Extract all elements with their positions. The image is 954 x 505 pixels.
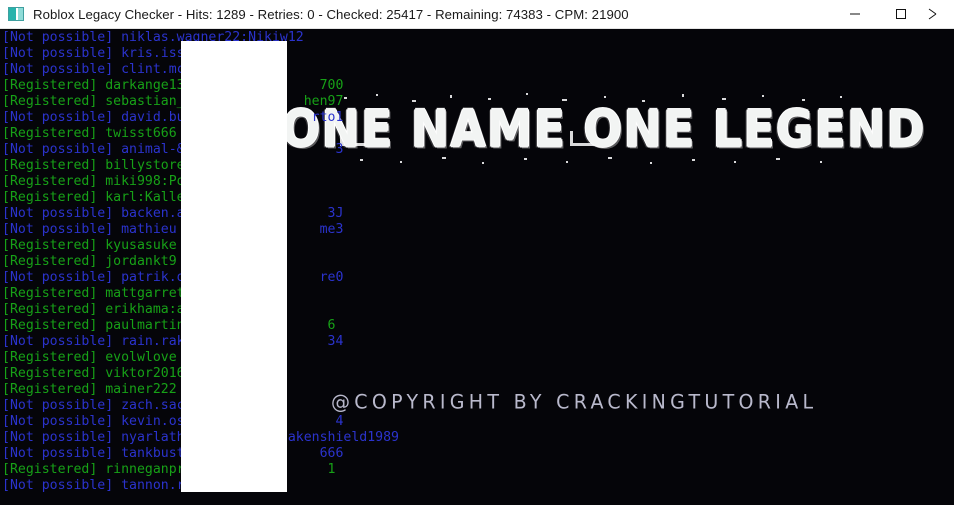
log-line: [Not possible] david.bu rto1 (2, 110, 344, 125)
log-line: [Registered] evolwlove (2, 350, 177, 365)
log-line: [Not possible] rain.rak 34 (2, 334, 344, 349)
log-line: [Registered] jordankt9 (2, 254, 177, 269)
log-line: [Not possible] zach.sac (2, 398, 185, 413)
close-icon (928, 8, 937, 20)
log-line: [Registered] viktor2016 (2, 366, 185, 381)
log-line: [Registered] paulmartin 6 (2, 318, 336, 333)
log-line: [Registered] darkange13 700 (2, 78, 344, 93)
log-line: [Not possible] animal-& 3 (2, 142, 344, 157)
log-line: [Registered] twisst666 (2, 126, 177, 141)
app-window-icon (8, 7, 24, 21)
log-line: [Not possible] tannon.r (2, 478, 185, 493)
log-line-list: [Not possible] niklas.wagner22:Nikiw12 [N… (0, 29, 954, 494)
log-line: [Not possible] tankbust 666 (2, 446, 344, 461)
log-line: [Registered] erikhama:a (2, 302, 185, 317)
log-line: [Not possible] kris.iss (2, 46, 185, 61)
log-line: [Registered] karl:Kalle (2, 190, 185, 205)
log-line: [Registered] mattgarret (2, 286, 185, 301)
log-line: [Registered] rinneganpr 1 (2, 462, 336, 477)
application-window: Roblox Legacy Checker - Hits: 1289 - Ret… (0, 0, 954, 505)
log-line: [Not possible] niklas.wagner22:Nikiw12 (2, 30, 304, 45)
log-line: [Not possible] mathieu me3 (2, 222, 344, 237)
log-line: [Not possible] kevin.os 4 (2, 414, 344, 429)
log-line: [Registered] miki998:Po (2, 174, 185, 189)
log-line: [Not possible] patrik.o re0 (2, 270, 344, 285)
console-output-area[interactable]: ONE NAME ONE LEGEND @COPYRIGHT BY CRACKI… (0, 29, 954, 505)
minimize-icon (850, 13, 860, 15)
redaction-overlay (181, 41, 287, 492)
title-bar[interactable]: Roblox Legacy Checker - Hits: 1289 - Ret… (0, 0, 954, 29)
window-title: Roblox Legacy Checker - Hits: 1289 - Ret… (33, 6, 629, 22)
log-line: [Not possible] clint.mc (2, 62, 185, 77)
log-line: [Registered] billystore (2, 158, 185, 173)
log-line: [Registered] sebastian_ hen97 (2, 94, 344, 109)
log-line: [Registered] kyusasuke (2, 238, 177, 253)
log-line: [Registered] mainer222 (2, 382, 177, 397)
log-line: [Not possible] backen.a 3J (2, 206, 344, 221)
log-line: [Not possible] nyarlath akenshield1989 (2, 430, 399, 445)
close-button[interactable] (924, 0, 954, 29)
maximize-button[interactable] (878, 0, 924, 29)
maximize-icon (896, 9, 906, 19)
minimize-button[interactable] (832, 0, 878, 29)
